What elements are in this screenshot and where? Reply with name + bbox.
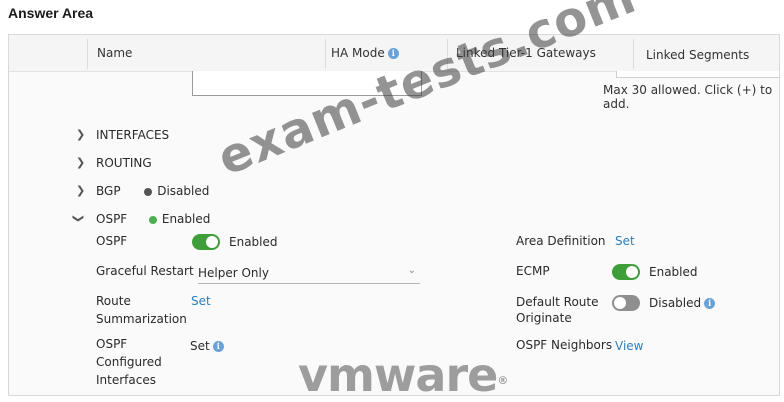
graceful-restart-select[interactable]: Helper Only ⌄ xyxy=(198,264,420,284)
route-summarization-label-line1: Route xyxy=(96,294,131,308)
default-route-label-line1: Default Route xyxy=(516,295,599,309)
column-divider xyxy=(633,39,634,69)
column-ha-mode-label: HA Mode xyxy=(331,46,385,60)
info-icon[interactable]: i xyxy=(212,341,224,352)
status-dot-icon xyxy=(144,187,153,196)
configured-interfaces-set[interactable]: Set i xyxy=(190,339,224,353)
vmware-logo-text: vmware xyxy=(298,348,498,402)
section-interfaces[interactable]: INTERFACES xyxy=(96,128,169,142)
chevron-right-icon[interactable]: ❯ xyxy=(76,184,85,197)
section-routing[interactable]: ROUTING xyxy=(96,156,152,170)
chevron-down-icon: ⌄ xyxy=(407,265,416,276)
configured-interfaces-set-link[interactable]: Set xyxy=(190,339,210,353)
ecmp-toggle[interactable] xyxy=(612,264,640,280)
graceful-restart-label: Graceful Restart xyxy=(96,264,194,278)
section-ospf[interactable]: OSPF Enabled xyxy=(96,212,210,226)
default-route-originate-label: Default Route Originate xyxy=(516,295,599,325)
default-route-toggle: Disabled i xyxy=(649,296,716,310)
default-route-label-line2: Originate xyxy=(516,311,572,325)
bgp-status: Disabled xyxy=(157,184,210,198)
chevron-down-icon[interactable]: ❯ xyxy=(72,214,85,223)
status-dot-icon xyxy=(148,215,157,224)
registered-mark: ® xyxy=(497,374,508,387)
ospf-neighbors-label: OSPF Neighbors xyxy=(516,338,613,352)
table-header: Name HA Mode i Linked Tier-1 Gateways Lin… xyxy=(9,35,779,72)
column-linked-segments: Linked Segments xyxy=(646,48,750,62)
default-route-toggle[interactable] xyxy=(612,295,640,311)
section-ospf-label: OSPF xyxy=(96,212,128,226)
route-summarization-label-line2: Summarization xyxy=(96,312,187,326)
column-name: Name xyxy=(97,46,133,60)
configured-interfaces-label-line3: Interfaces xyxy=(96,373,156,387)
tier0-gateway-panel: Name HA Mode i Linked Tier-1 Gateways Lin… xyxy=(8,34,780,396)
ospf-status: Enabled xyxy=(161,212,211,226)
section-bgp[interactable]: BGP Disabled xyxy=(96,184,209,198)
ecmp-label: ECMP xyxy=(516,264,550,278)
ospf-field-label: OSPF xyxy=(96,234,128,248)
column-divider xyxy=(87,39,88,69)
configured-interfaces-label-line2: Configured xyxy=(96,355,162,369)
section-bgp-label: BGP xyxy=(96,184,121,198)
column-divider xyxy=(447,39,448,69)
ospf-toggle[interactable] xyxy=(192,234,220,250)
ecmp-toggle-value: Enabled xyxy=(649,265,698,279)
area-definition-set-link[interactable]: Set xyxy=(615,234,635,248)
description-textarea[interactable] xyxy=(192,71,422,96)
max-allowed-hint: Max 30 allowed. Click (+) to add. xyxy=(603,83,773,111)
linked-segments-field[interactable] xyxy=(616,71,779,78)
answer-area-title: Answer Area xyxy=(8,5,94,21)
configured-interfaces-label-line1: OSPF xyxy=(96,337,128,351)
default-route-toggle-value: Disabled xyxy=(649,296,702,310)
chevron-right-icon[interactable]: ❯ xyxy=(76,156,85,169)
ospf-toggle-value: Enabled xyxy=(229,235,278,249)
graceful-restart-value: Helper Only xyxy=(198,266,269,280)
area-definition-label: Area Definition xyxy=(516,234,606,248)
route-summarization-label: Route Summarization xyxy=(96,294,187,326)
chevron-right-icon[interactable]: ❯ xyxy=(76,128,85,141)
column-divider xyxy=(325,39,326,69)
info-icon[interactable]: i xyxy=(387,48,399,59)
vmware-logo: vmware® xyxy=(298,352,508,398)
column-linked-tier1: Linked Tier-1 Gateways xyxy=(456,46,596,60)
route-summarization-set-link[interactable]: Set xyxy=(191,294,211,308)
column-ha-mode: HA Mode i xyxy=(331,46,399,60)
configured-interfaces-label: OSPF Configured Interfaces xyxy=(96,337,162,387)
ospf-neighbors-view-link[interactable]: View xyxy=(615,339,643,353)
info-icon[interactable]: i xyxy=(704,298,716,309)
